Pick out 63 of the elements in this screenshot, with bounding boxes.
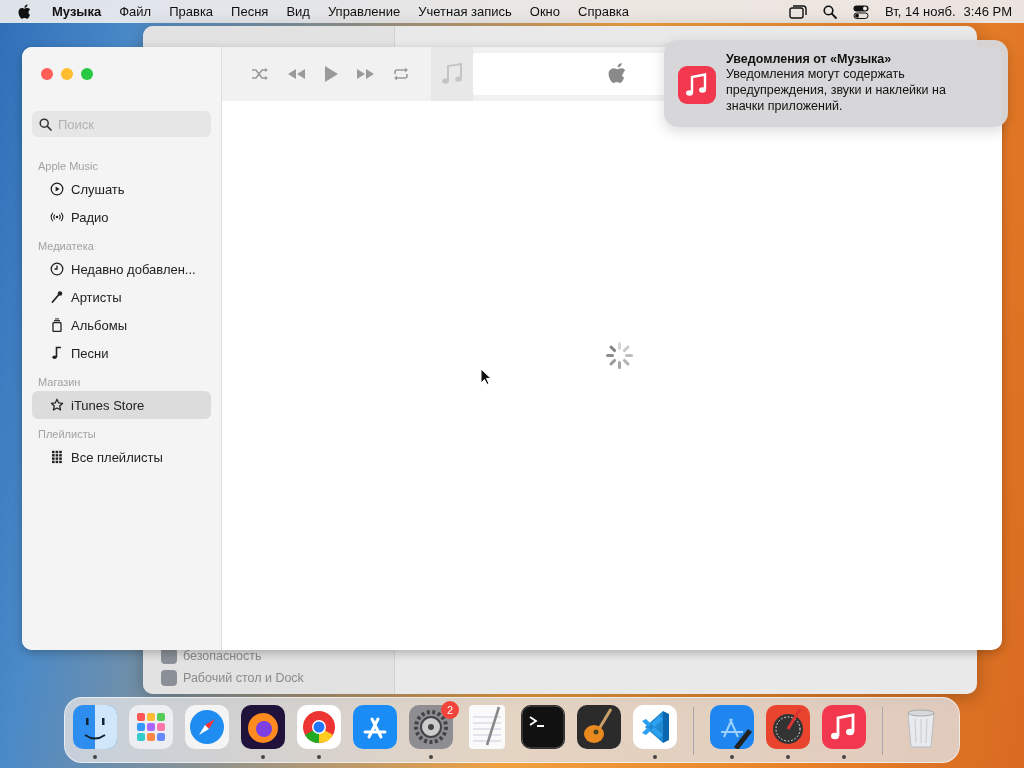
album-stack-icon <box>50 318 64 332</box>
radio-waves-icon <box>50 210 64 224</box>
menu-item[interactable]: Песня <box>222 4 278 19</box>
ring-logo-icon[interactable] <box>297 705 341 749</box>
sidebar-item[interactable]: Слушать <box>32 175 211 203</box>
notification-banner[interactable]: Уведомления от «Музыка» Уведомления могут содержать предупреждения, звуки и наклейки на значки приложений. <box>664 40 1008 127</box>
menu-item[interactable]: Справка <box>569 4 639 19</box>
notification-title: Уведомления от «Музыка» <box>726 52 893 66</box>
menu-item[interactable]: Правка <box>160 4 223 19</box>
sidebar-section-title: Магазин <box>37 375 82 390</box>
repeat-button[interactable] <box>393 67 409 81</box>
sidebar-item[interactable]: Альбомы <box>32 311 211 339</box>
menu-item[interactable]: Вид <box>277 4 319 19</box>
play-button[interactable] <box>323 65 339 83</box>
menu-item[interactable]: Учетная запись <box>409 4 521 19</box>
face-icon[interactable] <box>73 705 117 749</box>
sidebar-section-title: Медиатека <box>37 239 95 254</box>
sidebar-item[interactable]: Недавно добавлен... <box>32 255 211 283</box>
terminal-icon[interactable] <box>521 705 565 749</box>
code-editor-icon[interactable] <box>633 705 677 749</box>
zoom-button[interactable] <box>81 68 93 80</box>
sidebar-item[interactable]: Артисты <box>32 283 211 311</box>
microphone-icon <box>50 290 64 304</box>
guitar-icon[interactable] <box>577 705 621 749</box>
menu-bar-date[interactable]: Вт, 14 нояб. <box>885 4 956 19</box>
shuffle-button[interactable] <box>251 67 269 81</box>
clock-icon <box>50 262 64 276</box>
compass-icon[interactable] <box>185 705 229 749</box>
apple-logo-icon <box>608 62 628 86</box>
sidebar-item[interactable]: Радио <box>32 203 211 231</box>
sidebar-section-title: Плейлисты <box>37 427 97 442</box>
music-note-icon <box>442 63 462 85</box>
play-circle-icon <box>50 182 64 196</box>
arrow-cursor-icon <box>480 368 492 385</box>
sidebar-item[interactable]: Все плейлисты <box>32 443 211 471</box>
notification-badge: 2 <box>441 701 459 719</box>
search-icon[interactable] <box>823 4 837 19</box>
sidebar-item[interactable]: Песни <box>32 339 211 367</box>
close-button[interactable] <box>41 68 53 80</box>
window-stack-icon[interactable] <box>789 4 807 19</box>
menu-item[interactable]: Окно <box>520 4 570 19</box>
app-store-icon[interactable] <box>353 705 397 749</box>
toggle-switches-icon[interactable] <box>853 4 869 19</box>
music-note-icon <box>678 66 716 104</box>
apple-logo-icon[interactable] <box>18 3 32 20</box>
notification-message: Уведомления могут содержать предупреждения, звуки и наклейки на значки приложений. <box>726 66 947 114</box>
grid-icon <box>50 450 64 464</box>
menu-item[interactable]: Музыка <box>32 4 111 19</box>
gauge-icon[interactable] <box>766 705 810 749</box>
sidebar-section-title: Apple Music <box>37 159 99 174</box>
music-note-icon[interactable] <box>822 705 866 749</box>
settings-row-label: Рабочий стол и Dock <box>183 671 304 685</box>
menu-item[interactable]: Управление <box>318 4 410 19</box>
sidebar-item[interactable]: iTunes Store <box>32 391 211 419</box>
music-note-icon <box>50 346 64 360</box>
menu-bar-time[interactable]: 3:46 PM <box>963 4 1012 19</box>
settings-row-label: безопасность <box>183 649 262 663</box>
menu-item[interactable]: Файл <box>110 4 161 19</box>
gear-icon[interactable] <box>409 705 453 749</box>
settings-row-icon <box>161 670 177 686</box>
star-icon <box>50 398 64 412</box>
search-icon <box>39 118 52 131</box>
app-grid-icon[interactable] <box>129 705 173 749</box>
